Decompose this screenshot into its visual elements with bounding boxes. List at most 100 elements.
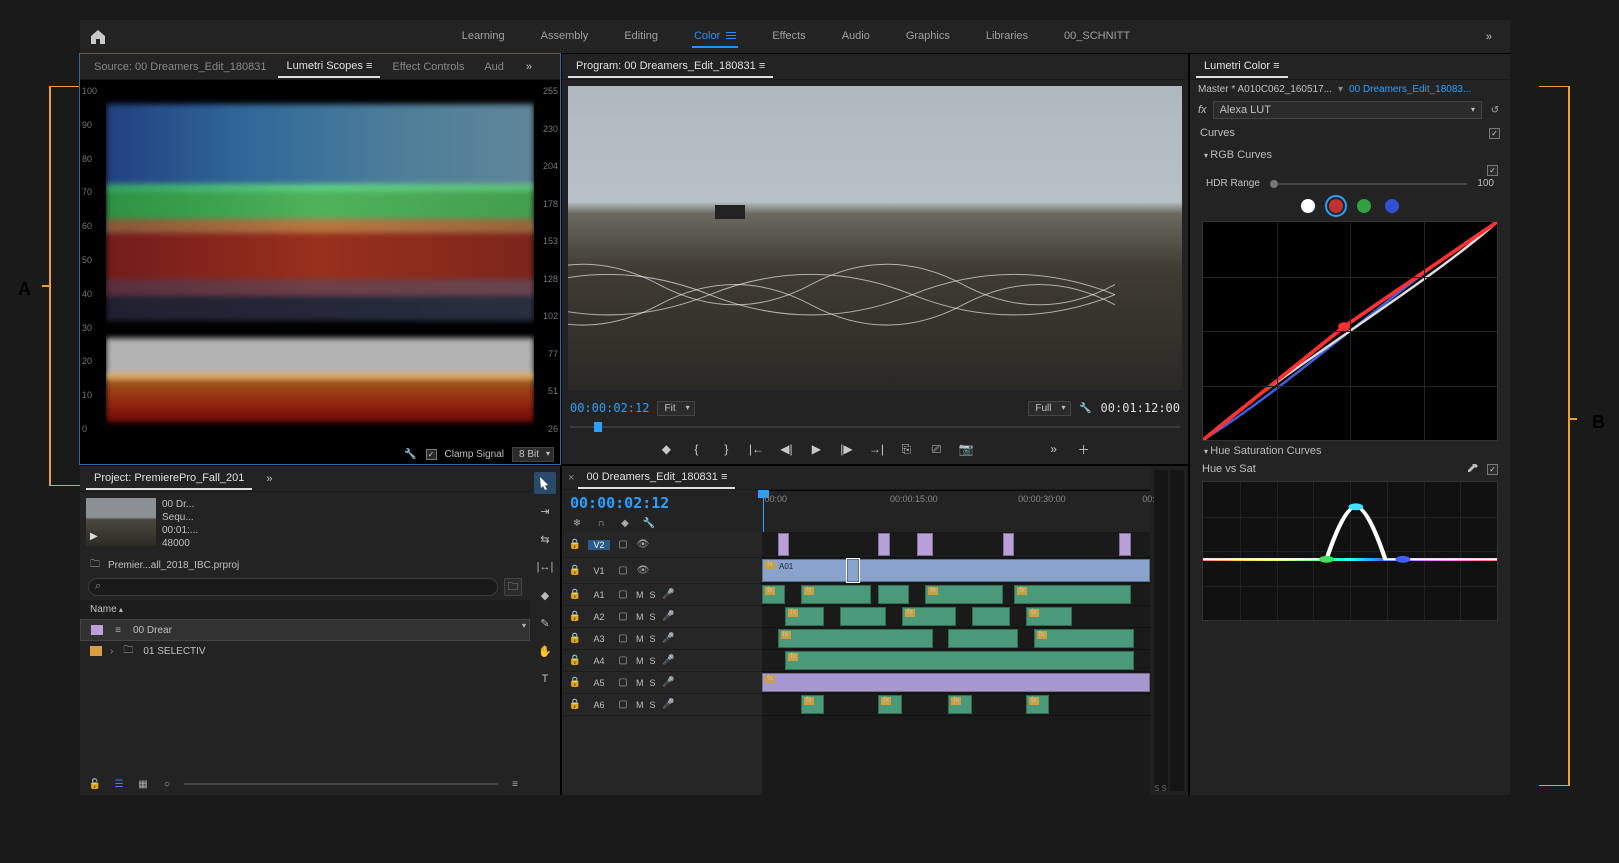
source-tabs-overflow-icon[interactable]: »	[516, 57, 542, 77]
project-search-input[interactable]	[88, 578, 498, 596]
hue-vs-sat-enable-checkbox[interactable]: ✓	[1487, 464, 1498, 475]
ripple-edit-tool[interactable]: ⇆	[534, 528, 556, 550]
program-timecode-in[interactable]: 00:00:02:12	[570, 401, 649, 415]
ws-tab-editing[interactable]: Editing	[622, 26, 660, 48]
rgb-curves-enable-checkbox[interactable]: ✓	[1487, 165, 1498, 176]
lumetri-color-tab[interactable]: Lumetri Color ≡	[1196, 56, 1288, 78]
new-bin-icon[interactable]: 🗀	[504, 578, 522, 596]
rgb-curve-graph[interactable]	[1202, 221, 1498, 441]
type-tool[interactable]: T	[534, 668, 556, 690]
hand-tool[interactable]: ✋	[534, 640, 556, 662]
green-channel-dot[interactable]	[1357, 199, 1371, 213]
resolution-select[interactable]: Full	[1028, 401, 1070, 416]
reset-icon[interactable]: ↺	[1488, 103, 1502, 117]
hue-vs-sat-graph[interactable]	[1202, 481, 1498, 621]
bitdepth-select[interactable]: 8 Bit	[512, 447, 554, 462]
rolling-edit-tool[interactable]: |↔|	[534, 556, 556, 578]
snap-icon[interactable]: ❄	[570, 516, 584, 530]
track-header-v2[interactable]: 🔒V2▢👁	[562, 532, 762, 558]
source-tab[interactable]: Source: 00 Dreamers_Edit_180831	[86, 57, 274, 77]
zoom-fit-select[interactable]: Fit	[657, 401, 694, 416]
track-header-a5[interactable]: 🔒A5▢MS🎤	[562, 672, 762, 694]
thumb-play-icon[interactable]: ▶	[90, 531, 98, 542]
hdr-range-value[interactable]: 100	[1477, 178, 1494, 189]
linked-selection-icon[interactable]: ∩	[594, 516, 608, 530]
eyedropper-icon[interactable]	[1467, 463, 1479, 475]
lut-select[interactable]: Alexa LUT	[1213, 101, 1482, 119]
ws-tab-graphics[interactable]: Graphics	[904, 26, 952, 48]
fx-badge[interactable]: fx	[1198, 104, 1207, 116]
go-to-out-icon[interactable]: →|	[868, 441, 884, 457]
timeline-tracks[interactable]: fxA01 fxfxfxfx fxfxfx fxfx	[762, 532, 1150, 795]
clip-thumbnail[interactable]: ▶	[86, 498, 156, 546]
hdr-range-slider[interactable]	[1270, 183, 1467, 185]
mark-out-icon[interactable]: }	[718, 441, 734, 457]
button-editor-icon[interactable]: ＋	[1076, 441, 1092, 457]
extract-icon[interactable]: ⎚	[928, 441, 944, 457]
track-header-a1[interactable]: 🔒A1▢MS🎤	[562, 584, 762, 606]
project-menu-icon[interactable]: ≡	[508, 777, 522, 791]
rgb-curves-header[interactable]: RGB Curves	[1190, 145, 1510, 165]
luma-channel-dot[interactable]	[1301, 199, 1315, 213]
wrench-icon[interactable]: 🔧	[404, 448, 418, 462]
marker-icon[interactable]: ◆	[618, 516, 632, 530]
timeline-timecode[interactable]: 00:00:02:12	[570, 494, 754, 512]
write-lock-icon[interactable]: 🔓	[88, 777, 102, 791]
workspace-overflow-icon[interactable]: »	[1476, 27, 1502, 47]
icon-view-icon[interactable]: ▦	[136, 777, 150, 791]
track-select-tool[interactable]: ⇥	[534, 500, 556, 522]
home-icon[interactable]	[88, 27, 108, 47]
ws-tab-audio[interactable]: Audio	[840, 26, 872, 48]
freeform-view-icon[interactable]: ○	[160, 777, 174, 791]
settings-wrench-icon[interactable]: 🔧	[1079, 401, 1093, 415]
zoom-slider[interactable]	[184, 783, 498, 785]
play-icon[interactable]: ▶	[808, 441, 824, 457]
project-tab[interactable]: Project: PremierePro_Fall_201	[86, 468, 252, 490]
pen-tool[interactable]: ✎	[534, 612, 556, 634]
track-header-a2[interactable]: 🔒A2▢MS🎤	[562, 606, 762, 628]
red-channel-dot[interactable]	[1329, 199, 1343, 213]
settings-icon[interactable]: 🔧	[642, 516, 656, 530]
add-marker-icon[interactable]: ◆	[658, 441, 674, 457]
name-column-header[interactable]: Name	[90, 604, 123, 615]
program-scrubber[interactable]	[570, 420, 1180, 434]
effect-controls-tab[interactable]: Effect Controls	[384, 57, 472, 77]
transport-overflow-icon[interactable]: »	[1046, 441, 1062, 457]
blue-channel-dot[interactable]	[1385, 199, 1399, 213]
bin-row-sequence[interactable]: ≡ 00 Drear	[80, 619, 530, 641]
lift-icon[interactable]: ⎘	[898, 441, 914, 457]
clamp-signal-checkbox[interactable]: ✓	[426, 449, 437, 460]
project-overflow-icon[interactable]: »	[256, 469, 282, 489]
ws-tab-learning[interactable]: Learning	[460, 26, 507, 48]
program-viewer[interactable]	[568, 86, 1182, 390]
hue-sat-curves-header[interactable]: Hue Saturation Curves	[1190, 441, 1510, 461]
lumetri-master-clip[interactable]: Master * A010C062_160517...	[1198, 84, 1332, 95]
track-header-a3[interactable]: 🔒A3▢MS🎤	[562, 628, 762, 650]
timeline-ruler[interactable]: :00:00 00:00:15:00 00:00:30:00 00:	[762, 490, 1150, 491]
lumetri-sequence-link[interactable]: 00 Dreamers_Edit_18083...	[1349, 84, 1471, 95]
selection-tool[interactable]	[534, 472, 556, 494]
ws-tab-color[interactable]: Color	[692, 26, 738, 48]
go-to-in-icon[interactable]: |←	[748, 441, 764, 457]
program-tab[interactable]: Program: 00 Dreamers_Edit_180831 ≡	[568, 56, 773, 78]
step-back-icon[interactable]: ◀|	[778, 441, 794, 457]
list-view-icon[interactable]: ☰	[112, 777, 126, 791]
export-frame-icon[interactable]: 📷	[958, 441, 974, 457]
track-header-a4[interactable]: 🔒A4▢MS🎤	[562, 650, 762, 672]
ws-tab-effects[interactable]: Effects	[770, 26, 807, 48]
razor-tool[interactable]: ◆	[534, 584, 556, 606]
step-fwd-icon[interactable]: |▶	[838, 441, 854, 457]
lumetri-scopes-tab[interactable]: Lumetri Scopes ≡	[278, 56, 380, 78]
ws-tab-libraries[interactable]: Libraries	[984, 26, 1030, 48]
curves-enable-checkbox[interactable]: ✓	[1489, 128, 1500, 139]
curves-section-title[interactable]: Curves	[1200, 127, 1235, 139]
track-header-a6[interactable]: 🔒A6▢MS🎤	[562, 694, 762, 716]
mark-in-icon[interactable]: {	[688, 441, 704, 457]
ws-tab-assembly[interactable]: Assembly	[539, 26, 591, 48]
timeline-sequence-tab[interactable]: 00 Dreamers_Edit_180831 ≡	[578, 467, 735, 489]
ws-tab-custom[interactable]: 00_SCHNITT	[1062, 26, 1132, 48]
track-header-v1[interactable]: 🔒V1▢👁	[562, 558, 762, 584]
panel-menu-icon[interactable]	[726, 30, 736, 41]
audio-tab-trunc[interactable]: Aud	[476, 57, 512, 77]
bin-row-folder[interactable]: › 🗀 01 SELECTIV	[80, 641, 530, 661]
